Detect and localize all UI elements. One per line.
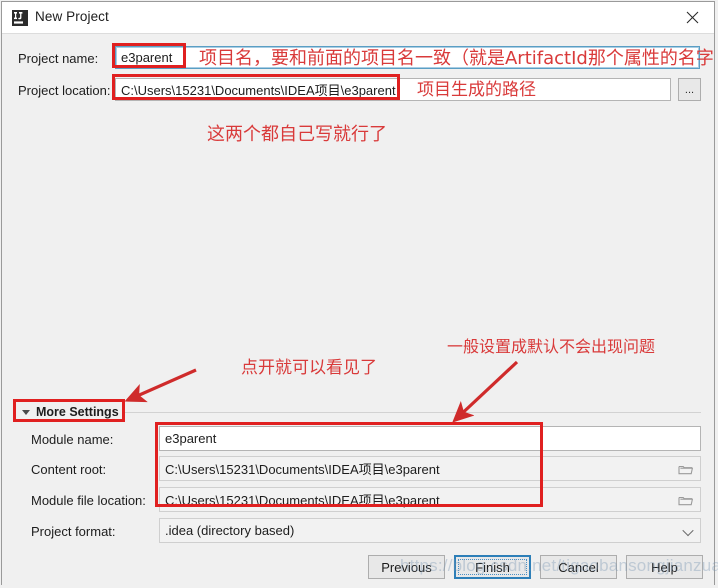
content-root-input[interactable]: C:\Users\15231\Documents\IDEA项目\e3parent xyxy=(159,456,701,481)
more-settings-separator xyxy=(125,412,701,413)
help-button[interactable]: Help xyxy=(626,555,703,579)
chevron-down-icon xyxy=(22,409,30,415)
previous-button[interactable]: Previous xyxy=(368,555,445,579)
project-format-value: .idea (directory based) xyxy=(165,523,295,538)
project-location-input[interactable]: C:\Users\15231\Documents\IDEA项目\e3parent xyxy=(115,78,671,101)
more-settings-toggle[interactable]: More Settings xyxy=(22,405,119,419)
module-file-location-label: Module file location: xyxy=(31,493,146,508)
project-format-label: Project format: xyxy=(31,524,116,539)
content-root-label: Content root: xyxy=(31,462,107,477)
module-file-location-input[interactable]: C:\Users\15231\Documents\IDEA项目\e3parent xyxy=(159,487,701,512)
module-name-label: Module name: xyxy=(31,432,114,447)
finish-button[interactable]: Finish xyxy=(454,555,531,579)
module-name-input[interactable]: e3parent xyxy=(159,426,701,451)
chevron-down-icon xyxy=(682,524,694,536)
project-name-label: Project name: xyxy=(18,51,99,66)
content-root-browse-icon[interactable] xyxy=(678,463,694,481)
project-location-browse-button[interactable]: ... xyxy=(678,78,701,101)
close-icon[interactable] xyxy=(670,2,714,33)
more-settings-label: More Settings xyxy=(36,405,119,419)
dialog-content: Project name: e3parent Project location:… xyxy=(2,34,714,585)
new-project-window: New Project Project name: e3parent Proje… xyxy=(1,1,715,585)
new-project-dialog-screenshot: New Project Project name: e3parent Proje… xyxy=(0,0,718,588)
intellij-idea-icon xyxy=(12,10,28,26)
project-format-select[interactable]: .idea (directory based) xyxy=(159,518,701,543)
module-file-location-browse-icon[interactable] xyxy=(678,494,694,512)
window-title: New Project xyxy=(35,9,109,24)
finish-button-label: Finish xyxy=(475,559,510,575)
cancel-button[interactable]: Cancel xyxy=(540,555,617,579)
title-bar: New Project xyxy=(2,2,714,34)
project-name-input[interactable]: e3parent xyxy=(115,46,700,69)
project-location-label: Project location: xyxy=(18,83,111,98)
